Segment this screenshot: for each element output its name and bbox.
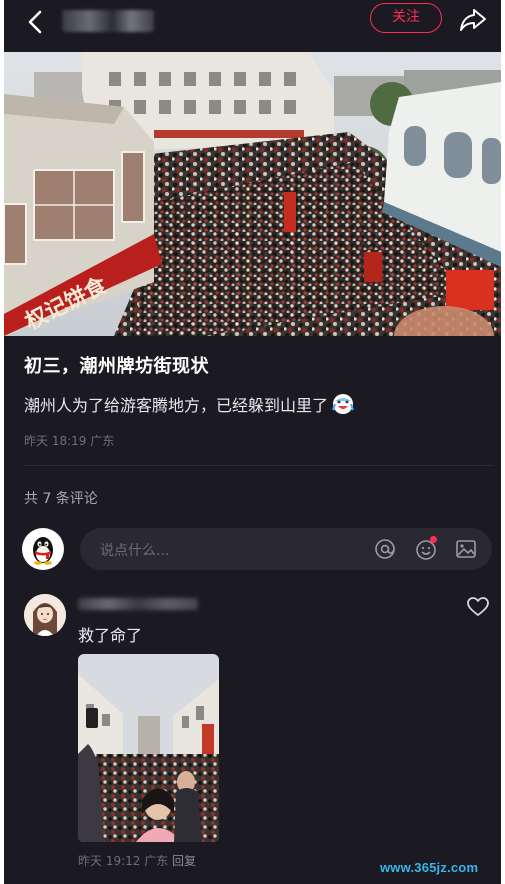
my-avatar[interactable]: [22, 528, 64, 570]
qq-penguin-avatar-icon: [33, 537, 53, 565]
commenter-name-blurred: [78, 598, 198, 610]
heart-outline-icon: [467, 597, 489, 616]
divider: [24, 465, 493, 466]
comment-text: 救了命了: [78, 626, 143, 645]
chevron-left-icon: [28, 10, 42, 34]
emoji-icon[interactable]: [414, 536, 438, 560]
watermark: www.365jz.com: [380, 860, 479, 875]
post-photo[interactable]: 权记饼食: [4, 52, 501, 336]
at-icon[interactable]: [373, 538, 397, 560]
phone-screen: 关注 权记饼食 初三，潮州牌坊街现状 潮州人为了给游客腾地方，已经躲到山里了 昨…: [4, 0, 501, 884]
comment-input[interactable]: 说点什么...: [80, 528, 492, 570]
cartoon-girl-avatar-icon: [24, 594, 66, 636]
reply-button[interactable]: 回复: [172, 854, 196, 868]
comment-input-placeholder: 说点什么...: [100, 543, 170, 559]
author-name-blurred: [62, 10, 154, 32]
post-body: 潮州人为了给游客腾地方，已经躲到山里了: [24, 392, 354, 419]
notification-dot: [430, 536, 437, 543]
share-arrow-icon: [460, 9, 486, 31]
follow-button[interactable]: 关注: [370, 3, 442, 33]
share-button[interactable]: [458, 6, 488, 34]
back-button[interactable]: [22, 8, 50, 36]
commenter-avatar[interactable]: [24, 594, 66, 636]
comment-count: 共 7 条评论: [24, 491, 98, 507]
comment-meta: 昨天 19:12 广东 回复: [78, 852, 196, 869]
image-icon[interactable]: [454, 538, 478, 560]
crying-laughing-emoji-icon: [332, 393, 354, 419]
comment-photo[interactable]: [78, 654, 219, 842]
post-body-text: 潮州人为了给游客腾地方，已经躲到山里了: [24, 396, 329, 415]
post-title: 初三，潮州牌坊街现状: [24, 356, 209, 377]
comment-meta-text: 昨天 19:12 广东: [78, 854, 169, 868]
top-bar: 关注: [4, 0, 501, 44]
post-meta: 昨天 18:19 广东: [24, 434, 115, 448]
like-button[interactable]: [466, 596, 490, 618]
